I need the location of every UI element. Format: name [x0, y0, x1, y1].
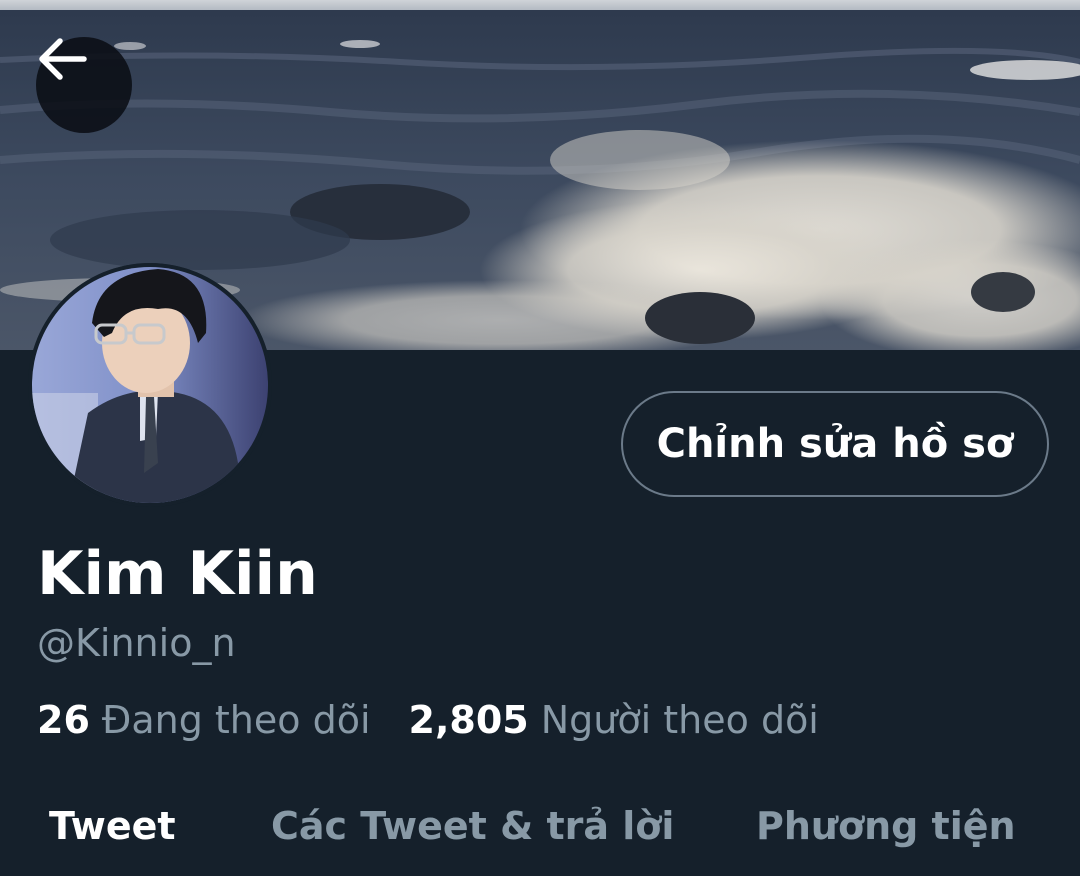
display-name: Kim Kiin: [37, 539, 318, 609]
arrow-left-icon: [39, 38, 87, 80]
profile-tabs: Tweet Các Tweet & trả lời Phương tiện: [0, 790, 1080, 876]
tab-tweets[interactable]: Tweet: [49, 800, 176, 852]
following-stat-link[interactable]: 26 Đang theo dõi: [37, 694, 371, 746]
user-handle: @Kinnio_n: [37, 621, 236, 665]
follow-stats: 26 Đang theo dõi 2,805 Người theo dõi: [37, 694, 819, 746]
tab-tweets-and-replies[interactable]: Các Tweet & trả lời: [271, 800, 674, 852]
followers-count: 2,805: [408, 698, 529, 742]
followers-stat-link[interactable]: 2,805 Người theo dõi: [409, 694, 819, 746]
followers-label: Người theo dõi: [540, 698, 819, 742]
profile-avatar[interactable]: [28, 263, 272, 507]
back-button[interactable]: [36, 37, 132, 133]
tab-media[interactable]: Phương tiện: [756, 800, 1016, 852]
profile-page: Chỉnh sửa hồ sơ Kim Kiin @Kinnio_n 26 Đa…: [0, 0, 1080, 876]
avatar-photo: [28, 263, 272, 507]
edit-profile-button[interactable]: Chỉnh sửa hồ sơ: [621, 391, 1049, 497]
following-label: Đang theo dõi: [101, 698, 371, 742]
following-count: 26: [37, 698, 90, 742]
